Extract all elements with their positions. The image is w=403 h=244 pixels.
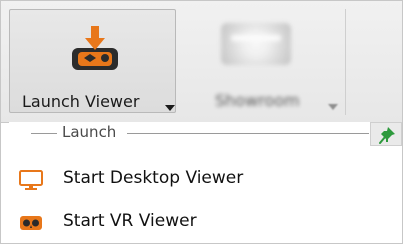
menu-item-label: Start Desktop Viewer (63, 168, 244, 188)
showroom-button[interactable]: Showroom (177, 9, 341, 113)
vr-headset-icon (20, 216, 42, 230)
launch-viewer-button[interactable]: Launch Viewer (9, 9, 176, 113)
showroom-icon (221, 23, 291, 65)
group-divider-left (31, 133, 57, 134)
chevron-down-icon[interactable] (165, 105, 175, 111)
start-vr-viewer-item[interactable]: Start VR Viewer (9, 205, 402, 241)
pin-button[interactable] (370, 122, 402, 146)
desktop-monitor-icon (19, 170, 43, 190)
showroom-label: Showroom (215, 91, 300, 110)
launch-dropdown-window: Launch Viewer Showroom Launch Start Desk… (0, 0, 403, 244)
launch-dropdown-menu: Launch Start Desktop Viewer Start VR Vie… (9, 122, 402, 243)
menu-item-label: Start VR Viewer (63, 211, 197, 231)
ribbon-divider (345, 9, 346, 115)
launch-viewer-label: Launch Viewer (22, 92, 140, 111)
ribbon-bar: Launch Viewer Showroom (1, 1, 402, 123)
pin-icon (379, 127, 395, 144)
menu-group-header: Launch (9, 122, 369, 144)
group-divider-right (127, 133, 369, 134)
menu-group-label: Launch (62, 123, 117, 141)
start-desktop-viewer-item[interactable]: Start Desktop Viewer (9, 162, 402, 198)
chevron-down-icon[interactable] (328, 104, 338, 110)
launch-viewer-icon (72, 26, 118, 70)
